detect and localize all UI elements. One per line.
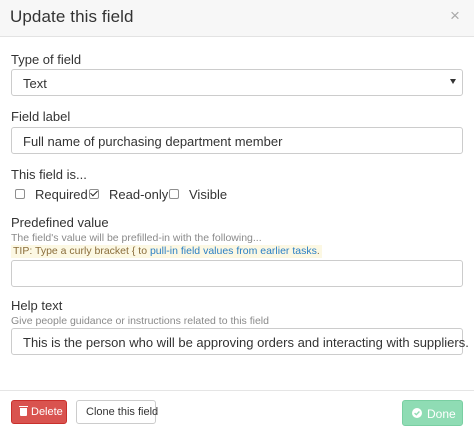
done-button-label: Done	[427, 407, 456, 421]
help-text-help: Give people guidance or instructions rel…	[11, 315, 269, 327]
read-only-label: Read-only	[109, 187, 169, 202]
this-field-is-label: This field is...	[11, 167, 87, 182]
required-label: Required	[35, 187, 88, 202]
read-only-checkbox-box[interactable]	[89, 188, 99, 199]
done-button[interactable]: Done	[402, 400, 463, 426]
trash-icon	[19, 406, 28, 416]
update-field-dialog: Update this field × Type of field Text F…	[0, 0, 474, 433]
predefined-value-tip: TIP: Type a curly bracket { to pull-in f…	[11, 245, 322, 258]
tip-text: TIP: Type a curly bracket { to	[13, 245, 150, 257]
help-text-label: Help text	[11, 298, 63, 313]
required-checkbox-box[interactable]	[15, 189, 25, 199]
tip-suffix: .	[316, 245, 320, 257]
dialog-footer: Delete Clone this field Done	[0, 390, 474, 433]
pull-in-field-values-link[interactable]: pull-in field values from earlier tasks	[150, 245, 317, 257]
help-text-input[interactable]: This is the person who will be approving…	[11, 328, 469, 355]
check-circle-icon	[412, 408, 422, 418]
dialog-header: Update this field ×	[0, 0, 474, 37]
predefined-value-input[interactable]	[11, 260, 463, 287]
clone-field-button-label: Clone this field	[86, 406, 159, 418]
dialog-title: Update this field	[10, 7, 134, 26]
delete-button-label: Delete	[31, 406, 63, 418]
field-options: Required Read-only Visible	[11, 187, 311, 203]
predefined-value-help: The field's value will be prefilled-in w…	[11, 232, 262, 244]
field-label-label: Field label	[11, 109, 71, 124]
visible-checkbox-box[interactable]	[169, 189, 179, 199]
type-of-field-label: Type of field	[11, 52, 82, 67]
clone-field-button[interactable]: Clone this field	[76, 400, 159, 424]
help-text-value: This is the person who will be approving…	[23, 335, 469, 350]
field-label-input[interactable]: Full name of purchasing department membe…	[11, 127, 463, 154]
close-icon[interactable]: ×	[448, 7, 462, 24]
check-mark-icon	[90, 188, 98, 197]
field-type-value: Text	[23, 76, 47, 91]
predefined-value-label: Predefined value	[11, 215, 109, 230]
field-label-value: Full name of purchasing department membe…	[23, 134, 283, 149]
caret-down-icon	[450, 79, 456, 84]
field-type-select[interactable]: Text	[11, 69, 463, 96]
visible-label: Visible	[189, 187, 228, 202]
delete-button[interactable]: Delete	[11, 400, 67, 424]
